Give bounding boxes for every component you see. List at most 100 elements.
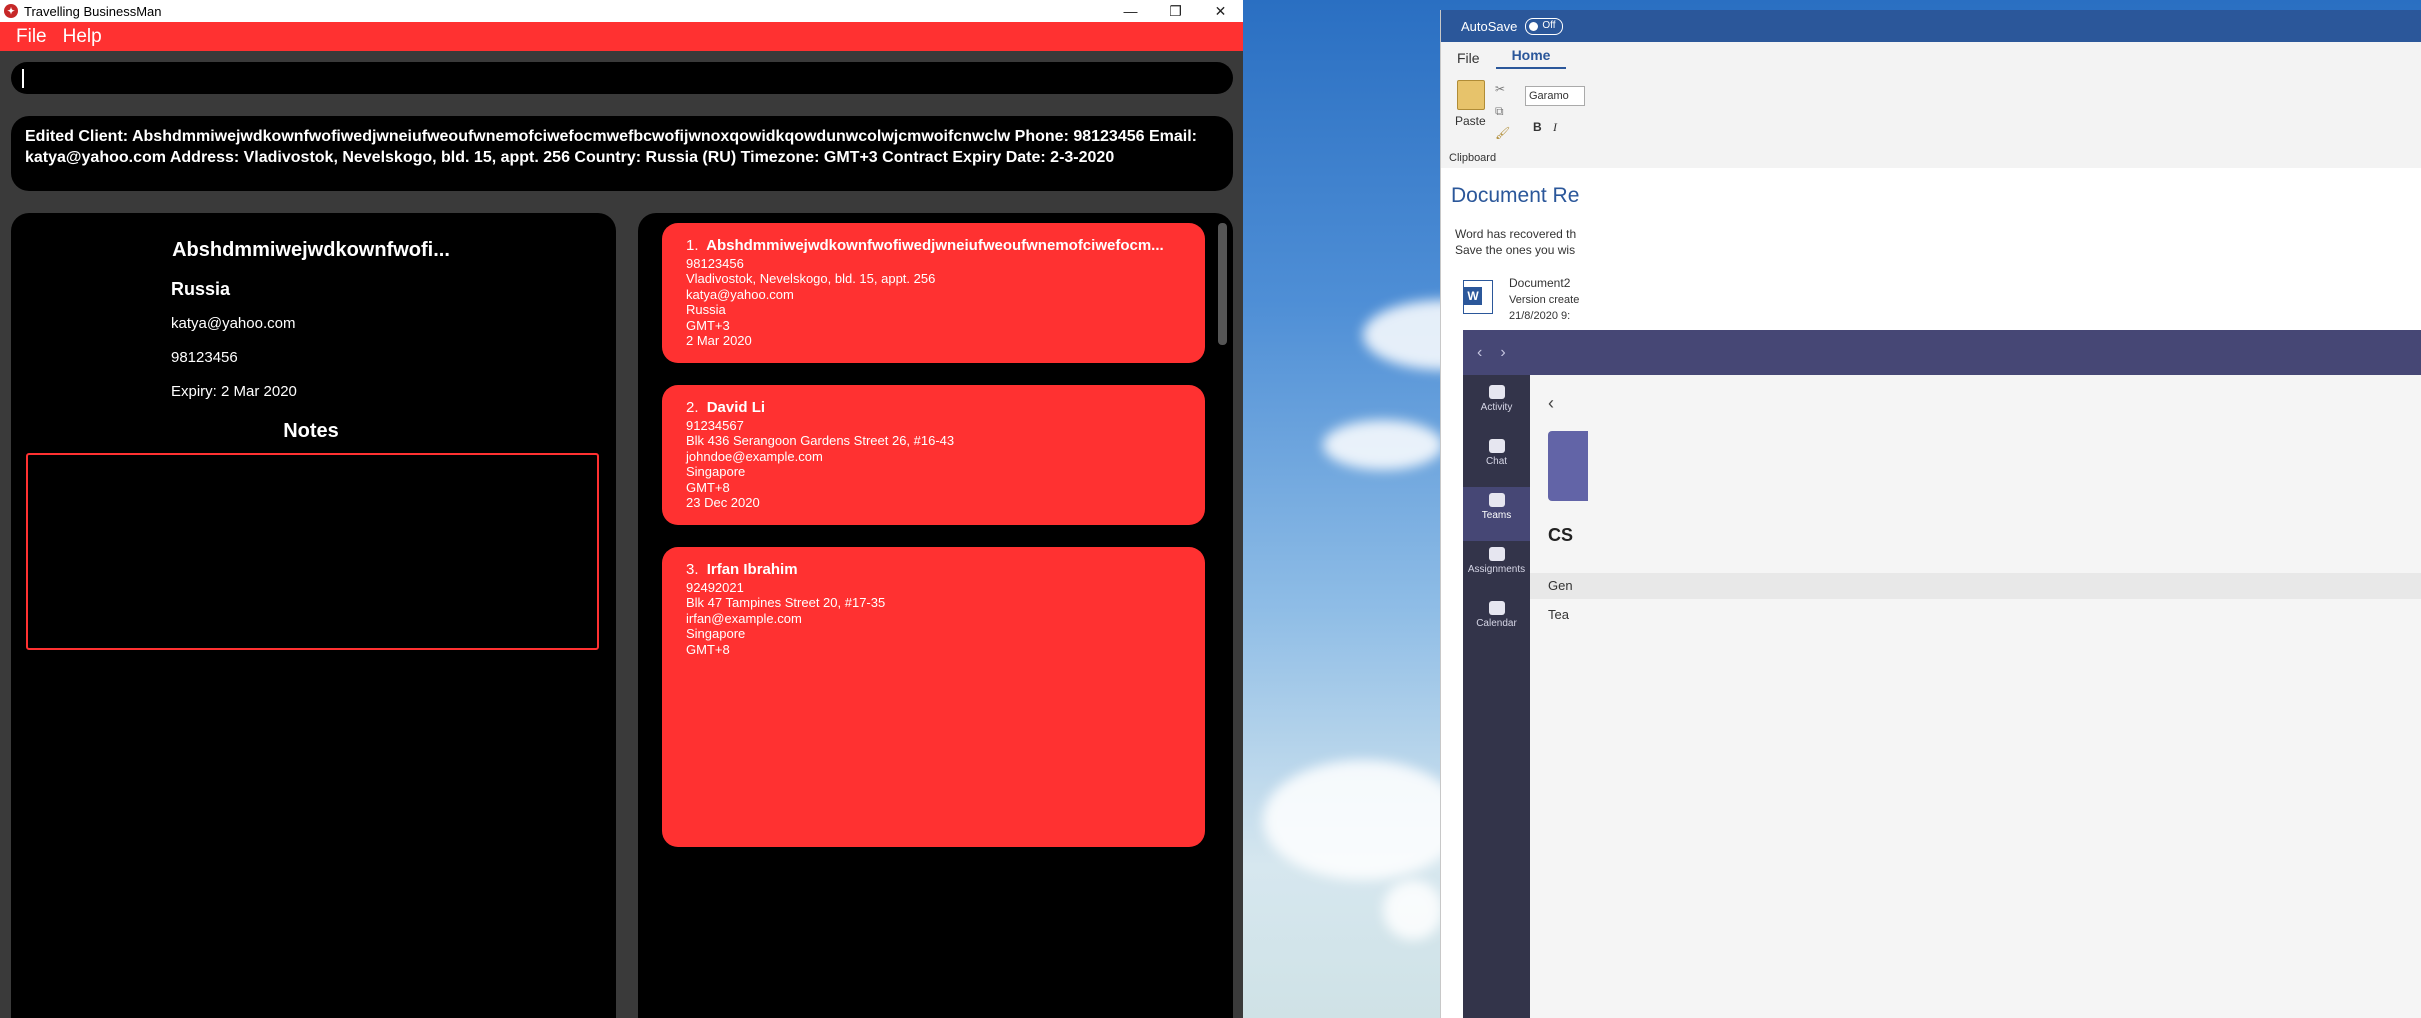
- client-card[interactable]: 2. David Li 91234567 Blk 436 Serangoon G…: [662, 385, 1205, 525]
- teams-icon: [1488, 493, 1505, 507]
- cut-icon[interactable]: ✂: [1495, 82, 1505, 96]
- window-title: Travelling BusinessMan: [24, 3, 162, 19]
- tab-file[interactable]: File: [1441, 50, 1496, 66]
- teams-top-bar: ‹ ›: [1463, 330, 2421, 375]
- recovery-text: Word has recovered th Save the ones you …: [1455, 226, 1576, 258]
- app-window: ✦ Travelling BusinessMan — ❐ ✕ File Help…: [0, 0, 1243, 1018]
- paste-label[interactable]: Paste: [1455, 114, 1486, 128]
- chat-icon: [1488, 439, 1505, 453]
- bell-icon: [1488, 385, 1505, 399]
- autosave-state: Off: [1542, 19, 1556, 31]
- tab-home[interactable]: Home: [1495, 47, 1567, 69]
- word-title-bar: AutoSave Off: [1441, 10, 2421, 42]
- autosave-label: AutoSave: [1461, 18, 1518, 34]
- channel-row[interactable]: Tea: [1548, 607, 1569, 622]
- client-address: Blk 47 Tampines Street 20, #17-35: [686, 595, 886, 610]
- format-painter-icon[interactable]: 🖌: [1495, 126, 1510, 140]
- client-phone: 98123456: [686, 255, 744, 271]
- notes-textarea[interactable]: [26, 453, 599, 650]
- app-logo-icon: ✦: [4, 4, 18, 18]
- autosave-toggle[interactable]: Off: [1525, 17, 1564, 35]
- back-chevron-icon[interactable]: ‹: [1548, 393, 1554, 414]
- client-timezone: GMT+3: [686, 317, 730, 333]
- text-caret: [22, 69, 24, 88]
- menu-bar: File Help: [0, 22, 1243, 51]
- calendar-icon: [1488, 601, 1505, 615]
- client-phone: 92492021: [686, 579, 744, 595]
- italic-button[interactable]: I: [1553, 120, 1557, 135]
- channel-general[interactable]: Gen: [1530, 573, 2421, 599]
- recovery-line-2: Save the ones you wis: [1455, 243, 1576, 257]
- forward-icon[interactable]: ›: [1500, 344, 1505, 362]
- doc-version: Version create: [1509, 294, 1580, 306]
- client-country: Singapore: [686, 464, 746, 479]
- rail-calendar-label: Calendar: [1476, 618, 1517, 629]
- client-country: Singapore: [686, 626, 746, 641]
- rail-calendar[interactable]: Calendar: [1463, 595, 1530, 649]
- team-title: CS: [1548, 525, 1574, 545]
- client-timezone: GMT+8: [686, 641, 730, 657]
- teams-window: ‹ › Activity Chat Teams Assignments Cale…: [1463, 330, 2421, 1018]
- back-icon[interactable]: ‹: [1477, 344, 1482, 362]
- rail-teams[interactable]: Teams: [1463, 487, 1530, 541]
- recovery-title: Document Re: [1451, 184, 1580, 207]
- rail-activity[interactable]: Activity: [1463, 379, 1530, 433]
- detail-expiry: Expiry: 2 Mar 2020: [171, 383, 297, 400]
- menu-file[interactable]: File: [0, 26, 55, 48]
- rail-chat[interactable]: Chat: [1463, 433, 1530, 487]
- notes-title: Notes: [283, 420, 339, 442]
- client-name: David Li: [706, 400, 766, 416]
- client-email: johndoe@example.com: [686, 448, 823, 464]
- command-input[interactable]: [11, 62, 1233, 94]
- paste-icon[interactable]: [1457, 80, 1485, 110]
- clipboard-group-label: Clipboard: [1449, 152, 1497, 164]
- teams-content: ‹ CS Gen Tea: [1530, 375, 2421, 1018]
- detail-email: katya@yahoo.com: [171, 315, 296, 332]
- client-index: 2.: [686, 400, 699, 416]
- rail-teams-label: Teams: [1481, 510, 1512, 521]
- scrollbar-thumb[interactable]: [1218, 223, 1227, 345]
- client-expiry: 2 Mar 2020: [686, 333, 752, 348]
- client-email: katya@yahoo.com: [686, 286, 794, 302]
- close-icon[interactable]: ✕: [1198, 0, 1243, 22]
- minimize-icon[interactable]: —: [1108, 0, 1153, 22]
- title-bar: ✦ Travelling BusinessMan — ❐ ✕: [0, 0, 1243, 22]
- client-card[interactable]: 1. Abshdmmiwejwdkownfwofiwedjwneiufweouf…: [662, 223, 1205, 363]
- client-index: 1.: [686, 238, 699, 254]
- word-doc-icon: W: [1463, 280, 1493, 314]
- copy-icon[interactable]: ⧉: [1495, 104, 1504, 119]
- teams-app-bar: Activity Chat Teams Assignments Calendar: [1463, 375, 1530, 1018]
- client-name: Irfan Ibrahim: [706, 562, 798, 578]
- doc-name: Document2: [1509, 276, 1571, 290]
- menu-help[interactable]: Help: [55, 26, 110, 48]
- rail-activity-label: Activity: [1480, 402, 1513, 413]
- ribbon-tabs: File Home: [1441, 42, 2421, 74]
- rail-assignments-label: Assignments: [1467, 564, 1526, 575]
- detail-country: Russia: [171, 279, 231, 299]
- team-avatar[interactable]: [1548, 431, 1588, 501]
- client-card[interactable]: 3. Irfan Ibrahim 92492021 Blk 47 Tampine…: [662, 547, 1205, 847]
- rail-chat-label: Chat: [1485, 456, 1508, 467]
- font-name-box[interactable]: Garamo: [1525, 86, 1585, 106]
- result-display: Edited Client: Abshdmmiwejwdkownfwofiwed…: [11, 116, 1233, 191]
- client-country: Russia: [686, 302, 726, 317]
- recovered-document[interactable]: W Document2 Version create 21/8/2020 9:: [1455, 276, 1755, 326]
- client-list-panel: 1. Abshdmmiwejwdkownfwofiwedjwneiufweouf…: [638, 213, 1233, 1018]
- client-address: Vladivostok, Nevelskogo, bld. 15, appt. …: [686, 271, 936, 286]
- client-address: Blk 436 Serangoon Gardens Street 26, #16…: [686, 433, 955, 448]
- client-index: 3.: [686, 562, 699, 578]
- client-email: irfan@example.com: [686, 610, 802, 626]
- doc-date: 21/8/2020 9:: [1509, 310, 1571, 322]
- client-detail-panel: Abshdmmiwejwdkownfwofi... Russia katya@y…: [11, 213, 616, 1018]
- client-expiry: 23 Dec 2020: [686, 495, 760, 510]
- restore-icon[interactable]: ❐: [1153, 0, 1198, 22]
- detail-phone: 98123456: [171, 349, 238, 366]
- client-name: Abshdmmiwejwdkownfwofiwedjwneiufweoufwne…: [706, 238, 1164, 254]
- detail-name: Abshdmmiwejwdkownfwofi...: [172, 239, 450, 261]
- bold-button[interactable]: B: [1533, 120, 1542, 134]
- assignments-icon: [1488, 547, 1505, 561]
- rail-assignments[interactable]: Assignments: [1463, 541, 1530, 595]
- client-timezone: GMT+8: [686, 479, 730, 495]
- recovery-line-1: Word has recovered th: [1455, 227, 1577, 241]
- ribbon: Paste ✂ ⧉ 🖌 Clipboard Garamo B I: [1441, 74, 2421, 169]
